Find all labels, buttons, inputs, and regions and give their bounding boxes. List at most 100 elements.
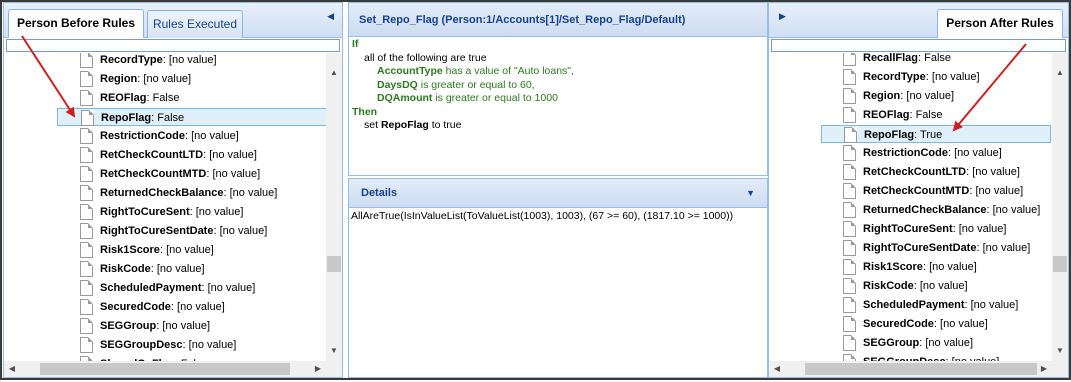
field-name: RetCheckCountLTD: [863, 166, 967, 178]
field-name: RecordType: [863, 71, 926, 83]
scroll-right-icon[interactable]: ▶: [1036, 361, 1052, 377]
tab-rules-executed[interactable]: Rules Executed: [147, 10, 243, 38]
tab-person-before-rules[interactable]: Person Before Rules: [8, 9, 144, 38]
field-value: [no value]: [209, 149, 257, 161]
field-value: [no value]: [219, 225, 268, 237]
caret-left-icon[interactable]: ◀: [327, 11, 334, 22]
scroll-down-icon[interactable]: ▼: [326, 343, 342, 359]
field-name: RepoFlag: [864, 129, 915, 141]
field-name: SEGGroupDesc: [100, 339, 183, 351]
field-value: [no value]: [207, 282, 256, 294]
document-icon: [81, 110, 94, 126]
field-value: False: [915, 109, 943, 121]
tree-item[interactable]: RepoFlag: False: [57, 108, 326, 126]
document-icon: [80, 280, 93, 296]
app-window: Person Before Rules Rules Executed ◀ Rec…: [0, 0, 1071, 380]
tree-item-label: SEGGroup: [no value]: [863, 337, 974, 349]
field-name: RestrictionCode: [863, 147, 948, 159]
left-vertical-scrollbar[interactable]: ▲ ▼: [326, 53, 342, 361]
field-name: REOFlag: [100, 92, 147, 104]
left-horizontal-scrollbar[interactable]: ◀ ▶: [4, 361, 326, 377]
document-icon: [80, 53, 93, 68]
chevron-down-icon[interactable]: ▼: [746, 179, 755, 208]
condition-text: is greater or equal to 60,: [417, 78, 535, 91]
tree-item-label: RightToCureSent: [no value]: [100, 206, 244, 218]
right-tree-list: RecallFlag: False RecordType: [no value] R…: [769, 53, 1052, 361]
tree-item[interactable]: RepoFlag: True: [821, 125, 1051, 143]
scroll-left-icon[interactable]: ◀: [4, 361, 20, 377]
tree-item-label: RightToCureSent: [no value]: [863, 223, 1007, 235]
tree-item-label: RetCheckCountLTD: [no value]: [100, 149, 257, 161]
action-prefix: set: [364, 119, 381, 131]
field-value: False: [924, 53, 952, 64]
document-icon: [80, 147, 93, 163]
scroll-down-icon[interactable]: ▼: [1052, 343, 1068, 359]
scroll-up-icon[interactable]: ▲: [326, 65, 342, 81]
field-name: SecuredCode: [100, 301, 171, 313]
document-icon: [80, 90, 93, 106]
document-icon: [80, 71, 93, 87]
field-name: RetCheckCountMTD: [863, 185, 970, 197]
field-value: [no value]: [188, 339, 237, 351]
field-value: [no value]: [229, 187, 278, 199]
field-name: RepoFlag: [101, 112, 152, 124]
document-icon: [80, 223, 93, 239]
scroll-right-icon[interactable]: ▶: [310, 361, 326, 377]
details-expression: AllAreTrue(IsInValueList(ToValueList(100…: [351, 210, 734, 222]
field-name: SecuredCode: [863, 318, 934, 330]
document-icon: [80, 261, 93, 277]
document-icon: [843, 183, 856, 199]
tree-item-label: RepoFlag: False: [101, 112, 185, 124]
tree-item-label: RiskCode: [no value]: [863, 280, 968, 292]
rule-panel: Set_Repo_Flag (Person:1/Accounts[1]/Set_…: [348, 2, 768, 378]
field-name: ReturnedCheckBalance: [100, 187, 224, 199]
document-icon: [80, 128, 93, 144]
details-header[interactable]: Details ▼: [348, 178, 768, 208]
field-value: [no value]: [191, 130, 239, 142]
condition-text: is greater or equal to 1000: [432, 92, 558, 104]
document-icon: [843, 316, 856, 332]
document-icon: [843, 53, 856, 66]
field-value: False: [157, 112, 185, 124]
scroll-up-icon[interactable]: ▲: [1052, 65, 1068, 81]
right-filter-input[interactable]: [771, 39, 1066, 52]
then-keyword: Then: [352, 105, 378, 118]
field-value: [no value]: [958, 223, 1007, 235]
field-name: ScheduledPayment: [100, 282, 202, 294]
right-vertical-scrollbar[interactable]: ▲ ▼: [1052, 53, 1068, 361]
right-scroll-thumb[interactable]: [1053, 256, 1067, 272]
tree-item-label: RetCheckCountMTD: [no value]: [100, 168, 261, 180]
field-value: [no value]: [166, 244, 214, 256]
left-filter-input[interactable]: [6, 39, 340, 52]
tree-item-label: RightToCureSentDate: [no value]: [100, 225, 268, 237]
right-hscroll-thumb[interactable]: [805, 363, 1037, 375]
field-value: [no value]: [195, 206, 244, 218]
left-scroll-thumb[interactable]: [327, 256, 341, 272]
field-name: SEGGroup: [100, 320, 157, 332]
left-hscroll-thumb[interactable]: [40, 363, 290, 375]
tree-item-label: RecordType: [no value]: [863, 71, 980, 83]
tree-item-label: Risk1Score: [no value]: [100, 244, 214, 256]
document-icon: [843, 240, 856, 256]
field-name: RetCheckCountLTD: [100, 149, 204, 161]
field-value: [no value]: [954, 147, 1002, 159]
document-icon: [843, 107, 856, 123]
right-horizontal-scrollbar[interactable]: ◀ ▶: [769, 361, 1052, 377]
field-value: [no value]: [156, 263, 205, 275]
tree-item-label: RestrictionCode: [no value]: [863, 147, 1002, 159]
tab-person-after-rules[interactable]: Person After Rules: [937, 9, 1063, 38]
field-name: RightToCureSent: [100, 206, 190, 218]
tree-item-label: ScheduledPayment: [no value]: [863, 299, 1019, 311]
scroll-left-icon[interactable]: ◀: [769, 361, 785, 377]
document-icon: [80, 242, 93, 258]
tree-item-label: Region: [no value]: [863, 90, 955, 102]
field-name: Region: [100, 73, 138, 85]
field-value: [no value]: [975, 185, 1024, 197]
details-body: AllAreTrue(IsInValueList(ToValueList(100…: [348, 208, 768, 378]
field-name: RightToCureSentDate: [100, 225, 214, 237]
field-value: [no value]: [982, 242, 1031, 254]
document-icon: [80, 299, 93, 315]
right-panel-header: ▶ Person After Rules: [769, 3, 1068, 38]
field-name: SEGGroup: [863, 337, 920, 349]
caret-right-icon[interactable]: ▶: [779, 11, 786, 22]
